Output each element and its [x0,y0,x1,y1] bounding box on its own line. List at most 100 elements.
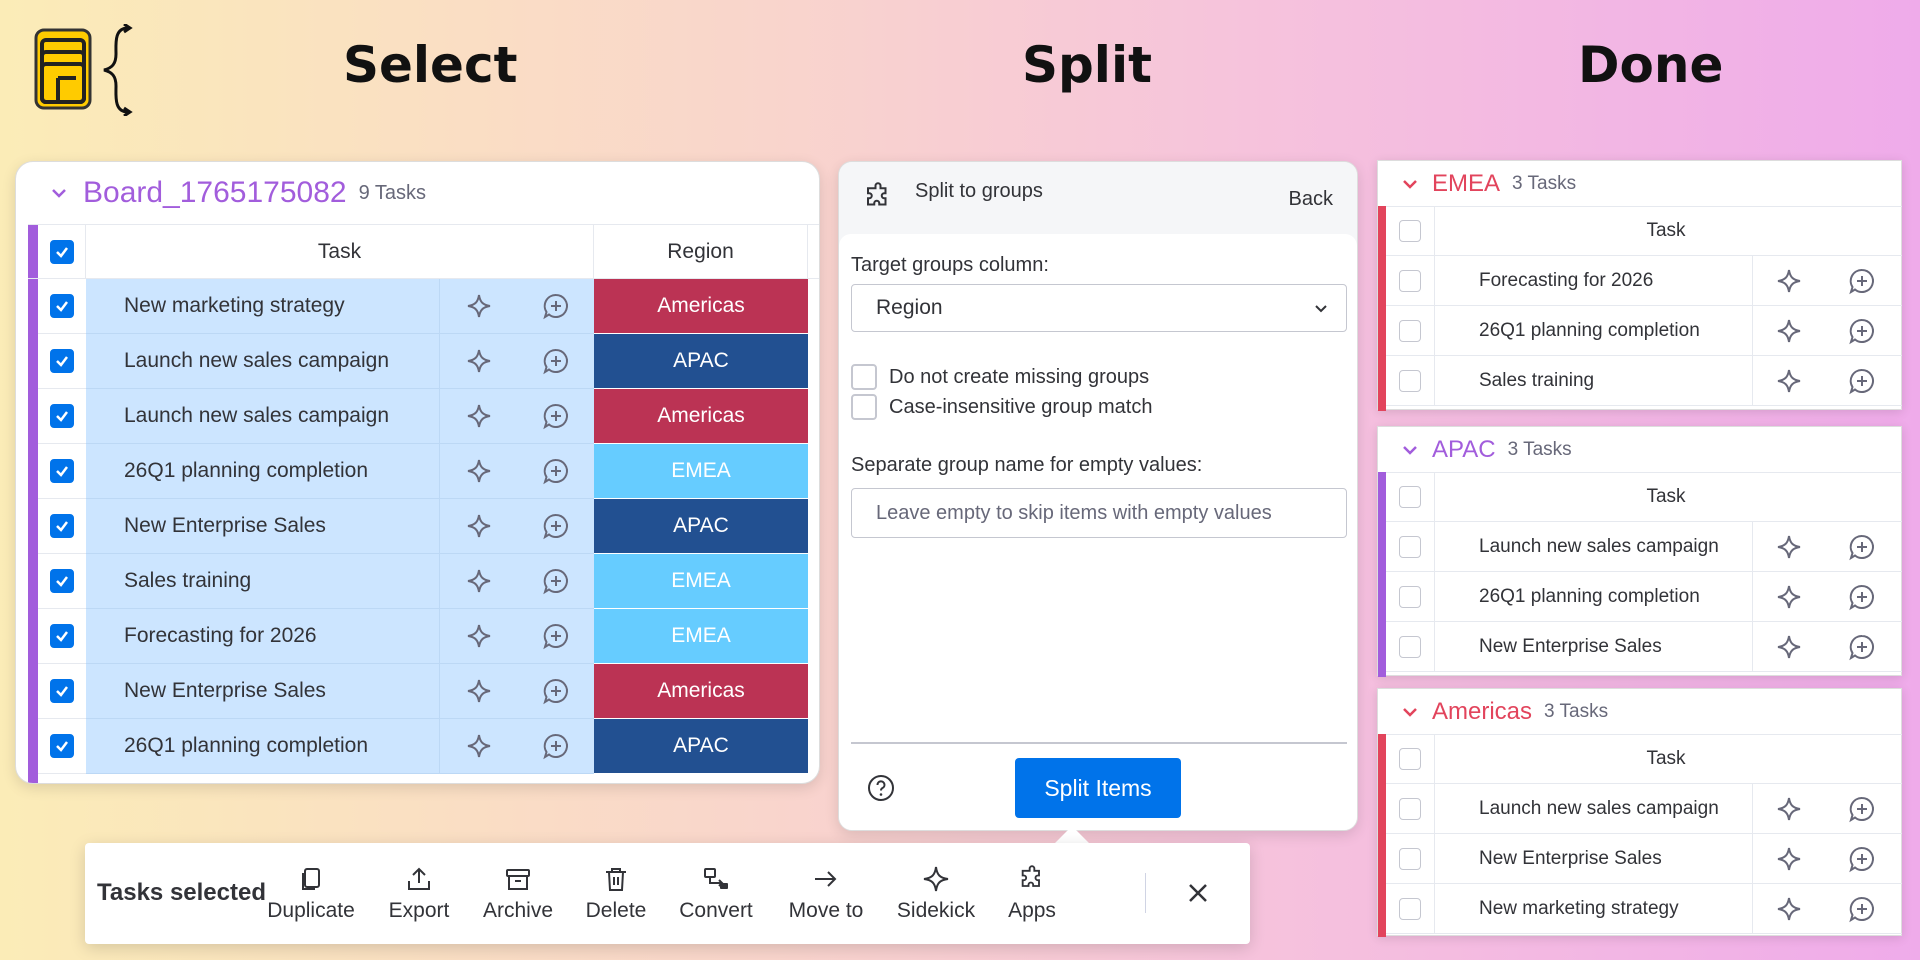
region-status[interactable]: APAC [594,499,808,554]
region-status[interactable]: EMEA [594,554,808,609]
sparkle-icon[interactable] [1775,267,1803,295]
help-icon[interactable] [867,774,895,802]
row-checkbox[interactable] [1399,635,1421,658]
row-checkbox[interactable] [50,624,74,648]
table-row[interactable]: Launch new sales campaign [1386,522,1902,572]
move-to-button[interactable]: Move to [776,865,876,927]
add-update-icon[interactable] [1848,845,1876,873]
table-row[interactable]: New Enterprise Sales Americas [28,664,819,719]
group-name[interactable]: APAC [1432,436,1496,464]
board-title[interactable]: Board_1765175082 [83,176,347,210]
column-header-task[interactable]: Task [1434,735,1898,783]
sparkle-icon[interactable] [465,677,493,705]
table-row[interactable]: Launch new sales campaign APAC [28,334,819,389]
add-update-icon[interactable] [542,512,570,540]
row-checkbox[interactable] [1399,319,1421,342]
sparkle-icon[interactable] [465,457,493,485]
column-header-task[interactable]: Task [1434,207,1898,255]
select-all-checkbox[interactable] [1399,220,1421,242]
row-checkbox[interactable] [1399,847,1421,870]
region-status[interactable]: EMEA [594,609,808,664]
column-header-task[interactable]: Task [86,225,594,278]
table-row[interactable]: New Enterprise Sales APAC [28,499,819,554]
target-groups-select[interactable]: Region [851,284,1347,332]
add-update-icon[interactable] [542,457,570,485]
add-update-icon[interactable] [542,292,570,320]
region-status[interactable]: APAC [594,334,808,389]
row-checkbox[interactable] [50,569,74,593]
sparkle-icon[interactable] [1775,583,1803,611]
add-update-icon[interactable] [542,677,570,705]
table-row[interactable]: New marketing strategy [1386,884,1902,934]
table-row[interactable]: 26Q1 planning completion APAC [28,719,819,774]
row-checkbox[interactable] [50,294,74,318]
sidekick-button[interactable]: Sidekick [886,865,986,927]
add-update-icon[interactable] [1848,633,1876,661]
group-name[interactable]: EMEA [1432,170,1500,198]
select-all-checkbox[interactable] [49,239,74,264]
row-checkbox[interactable] [1399,797,1421,820]
sparkle-icon[interactable] [1775,845,1803,873]
column-header-task[interactable]: Task [1434,473,1898,521]
chevron-down-icon[interactable] [1402,442,1418,458]
row-checkbox[interactable] [1399,897,1421,920]
group-name[interactable]: Americas [1432,698,1532,726]
add-update-icon[interactable] [1848,895,1876,923]
split-items-button[interactable]: Split Items [1015,758,1181,818]
chevron-down-icon[interactable] [1402,176,1418,192]
no-missing-groups-checkbox[interactable] [851,364,877,390]
add-update-icon[interactable] [542,402,570,430]
row-checkbox[interactable] [1399,369,1421,392]
chevron-down-icon[interactable] [51,185,67,201]
row-checkbox[interactable] [50,459,74,483]
table-row[interactable]: Launch new sales campaign [1386,784,1902,834]
add-update-icon[interactable] [542,567,570,595]
convert-button[interactable]: Convert [666,865,766,927]
chevron-down-icon[interactable] [1402,704,1418,720]
table-row[interactable]: New Enterprise Sales [1386,622,1902,672]
add-update-icon[interactable] [1848,533,1876,561]
add-update-icon[interactable] [542,732,570,760]
row-checkbox[interactable] [50,734,74,758]
table-row[interactable]: 26Q1 planning completion [1386,306,1902,356]
row-checkbox[interactable] [50,349,74,373]
add-update-icon[interactable] [1848,583,1876,611]
add-update-icon[interactable] [542,622,570,650]
table-row[interactable]: Forecasting for 2026 EMEA [28,609,819,664]
export-button[interactable]: Export [369,865,469,927]
sparkle-icon[interactable] [465,567,493,595]
archive-button[interactable]: Archive [468,865,568,927]
select-all-checkbox[interactable] [1399,486,1421,508]
sparkle-icon[interactable] [1775,633,1803,661]
row-checkbox[interactable] [1399,585,1421,608]
sparkle-icon[interactable] [465,347,493,375]
sparkle-icon[interactable] [465,512,493,540]
add-update-icon[interactable] [1848,795,1876,823]
delete-button[interactable]: Delete [566,865,666,927]
region-status[interactable]: EMEA [594,444,808,499]
select-all-checkbox[interactable] [1399,748,1421,770]
add-update-icon[interactable] [1848,367,1876,395]
table-row[interactable]: Sales training [1386,356,1902,406]
option-case-insensitive[interactable]: Case-insensitive group match [851,394,1152,420]
add-update-icon[interactable] [1848,267,1876,295]
region-status[interactable]: Americas [594,389,808,444]
close-icon[interactable] [1182,877,1214,909]
sparkle-icon[interactable] [1775,367,1803,395]
option-no-missing-groups[interactable]: Do not create missing groups [851,364,1149,390]
sparkle-icon[interactable] [465,402,493,430]
sparkle-icon[interactable] [1775,795,1803,823]
table-row[interactable]: Launch new sales campaign Americas [28,389,819,444]
case-insensitive-checkbox[interactable] [851,394,877,420]
row-checkbox[interactable] [1399,269,1421,292]
add-update-icon[interactable] [542,347,570,375]
region-status[interactable]: Americas [594,664,808,719]
table-row[interactable]: Sales training EMEA [28,554,819,609]
region-status[interactable]: APAC [594,719,808,774]
empty-values-input[interactable] [851,488,1347,538]
row-checkbox[interactable] [50,679,74,703]
row-checkbox[interactable] [1399,535,1421,558]
duplicate-button[interactable]: Duplicate [261,865,361,927]
sparkle-icon[interactable] [465,622,493,650]
region-status[interactable]: Americas [594,279,808,334]
